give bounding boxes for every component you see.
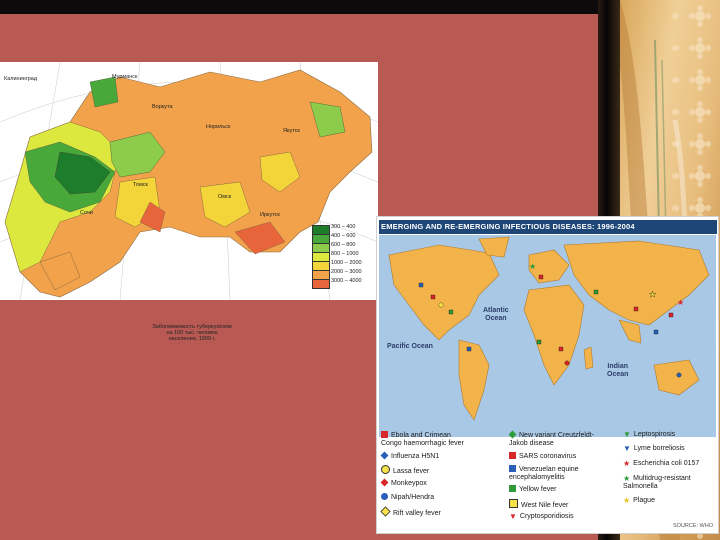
star-icon: ★ — [623, 496, 631, 505]
legend-label: Escherichia coli 0157 — [633, 460, 700, 467]
marker — [653, 329, 659, 335]
city-label: Иркутск — [260, 212, 280, 218]
marker — [593, 289, 599, 295]
marker — [564, 360, 570, 366]
legend-item: SARS coronavirus — [509, 452, 576, 461]
city-label: Мурманск — [112, 74, 138, 80]
legend-item: Monkeypox — [380, 478, 427, 488]
legend-item: Yellow fever — [509, 485, 557, 494]
diamond-icon — [380, 506, 391, 517]
legend-item: Ebola and Crimean Congo haemorrhagic fev… — [381, 431, 464, 448]
scale-label: 600 – 800 — [331, 242, 356, 248]
circle-icon — [381, 465, 390, 474]
diamond-icon — [508, 430, 517, 439]
triangle-icon: ▼ — [623, 430, 631, 439]
scale-swatch — [312, 279, 330, 289]
city-label: Калининград — [4, 76, 38, 82]
legend-label: Nipah/Hendra — [391, 494, 435, 501]
world-map-title: EMERGING AND RE-EMERGING INFECTIOUS DISE… — [379, 220, 717, 234]
marker — [466, 346, 472, 352]
scale-label: 3000 – 4000 — [331, 278, 362, 284]
legend-label: Leptospirosis — [633, 431, 676, 438]
triangle-icon: ▼ — [623, 444, 631, 453]
square-icon — [509, 465, 516, 472]
marker — [536, 339, 542, 345]
legend-item: ★ Plague — [623, 497, 655, 505]
legend-item: Nipah/Hendra — [381, 493, 434, 502]
legend-label: Influenza H5N1 — [391, 453, 440, 460]
legend-label: West Nile fever — [521, 502, 569, 509]
legend-label: Yellow fever — [519, 486, 557, 493]
legend-label: Lassa fever — [393, 468, 430, 475]
russia-map-caption: Заболеваемость туберкулезом на 100 тыс. … — [152, 324, 232, 342]
marker — [633, 306, 639, 312]
marker: ★ — [649, 290, 656, 299]
legend-item: New variant Creutzfeldt- Jakob disease — [508, 430, 595, 448]
scale-label: 400 – 600 — [331, 233, 356, 239]
square-icon — [509, 499, 518, 508]
scale-label: 800 – 1000 — [331, 251, 359, 257]
city-label: Воркута — [152, 104, 173, 110]
square-icon — [509, 452, 516, 459]
world-map-area: Atlantic Ocean Pacific Ocean Indian Ocea… — [379, 235, 716, 437]
legend-item: ★ Escherichia coli 0157 — [623, 460, 699, 468]
world-map-legend: Ebola and Crimean Congo haemorrhagic fev… — [379, 427, 717, 531]
marker — [438, 302, 444, 308]
slide: Калининград Мурманск Воркута Норильск Як… — [0, 0, 720, 540]
marker — [668, 312, 674, 318]
legend-item: Rift valley fever — [380, 506, 441, 518]
star-icon: ★ — [623, 474, 631, 483]
city-label: Сочи — [80, 210, 93, 216]
scale-label: 1000 – 2000 — [331, 260, 362, 266]
source-note: SOURCE: WHO — [672, 523, 713, 529]
square-icon — [509, 485, 516, 492]
marker — [448, 309, 454, 315]
marker — [676, 372, 682, 378]
legend-label: Venezuelan equine encephalomyelitis — [509, 466, 579, 481]
marker: ★ — [529, 262, 536, 271]
world-infectious-diseases-map: EMERGING AND RE-EMERGING INFECTIOUS DISE… — [376, 216, 719, 534]
legend-item: Venezuelan equine encephalomyelitis — [509, 465, 579, 482]
legend-item: ★ Multidrug-resistant Salmonella — [623, 475, 691, 491]
top-black-bar — [0, 0, 612, 14]
legend-label: Ebola and Crimean Congo haemorrhagic fev… — [381, 432, 464, 447]
city-label: Томск — [133, 182, 148, 188]
legend-item: Lassa fever — [381, 465, 429, 476]
diamond-icon — [380, 478, 389, 487]
legend-label: Monkeypox — [391, 480, 427, 487]
legend-item: ▼ Cryptosporidiosis — [509, 513, 574, 521]
legend-label: Lyme borreliosis — [633, 445, 685, 452]
city-label: Норильск — [206, 124, 231, 130]
circle-icon — [381, 493, 388, 500]
legend-item: ▼ Leptospirosis — [623, 431, 675, 439]
marker — [430, 294, 436, 300]
city-label: Якутск — [283, 128, 300, 134]
legend-item: West Nile fever — [509, 499, 568, 510]
legend-item: ▼ Lyme borreliosis — [623, 445, 685, 453]
legend-item: Influenza H5N1 — [380, 451, 440, 461]
legend-label: Cryptosporidiosis — [519, 513, 574, 520]
legend-label: Multidrug-resistant Salmonella — [623, 475, 691, 490]
diamond-icon — [380, 451, 389, 460]
triangle-icon: ▼ — [509, 512, 517, 521]
marker — [558, 346, 564, 352]
marker — [538, 274, 544, 280]
star-icon: ★ — [623, 459, 631, 468]
marker — [418, 282, 424, 288]
legend-label: SARS coronavirus — [519, 453, 577, 460]
legend-label: Plague — [633, 497, 655, 504]
city-label: Омск — [218, 194, 232, 200]
square-icon — [381, 431, 388, 438]
legend-label: Rift valley fever — [393, 510, 441, 517]
scale-label: 300 – 400 — [331, 224, 356, 230]
marker: ★ — [677, 298, 684, 307]
legend-label: New variant Creutzfeldt- Jakob disease — [509, 432, 595, 447]
scale-label: 2000 – 3000 — [331, 269, 362, 275]
disease-markers: ★ ★ ★ — [418, 262, 684, 378]
